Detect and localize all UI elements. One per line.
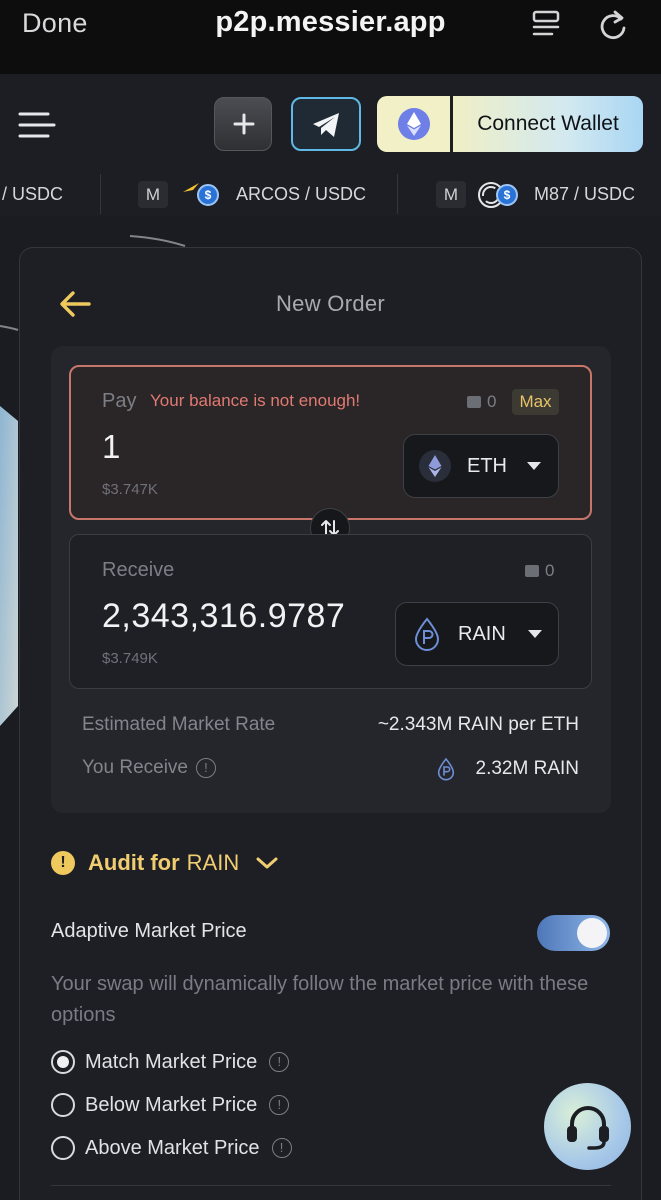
ticker-pair[interactable]: M87 / USDC <box>534 184 635 205</box>
chevron-down-icon <box>256 857 278 869</box>
receive-amount[interactable]: 2,343,316.9787 <box>102 597 345 636</box>
info-icon[interactable]: ! <box>195 757 216 778</box>
info-icon[interactable]: ! <box>271 1138 292 1158</box>
pay-token-selector[interactable]: ETH <box>403 434 559 498</box>
connect-wallet-button[interactable]: Connect Wallet <box>377 96 643 152</box>
add-button[interactable] <box>214 97 272 151</box>
option-below-market-price[interactable]: Below Market Price ! <box>51 1093 290 1117</box>
receive-usd-value: $3.749K <box>102 650 158 667</box>
ticker-divider <box>100 174 101 214</box>
adaptive-description: Your swap will dynamically follow the ma… <box>51 973 589 1026</box>
toggle-knob <box>577 918 607 948</box>
radio-button[interactable] <box>51 1136 75 1160</box>
usdc-icon: $ <box>197 184 219 206</box>
you-receive-value: 2.32M RAIN <box>475 758 579 779</box>
ticker-pair[interactable]: / USDC <box>2 184 63 205</box>
audit-toggle[interactable]: ! Audit for RAIN <box>51 848 279 878</box>
info-icon[interactable]: ! <box>269 1052 290 1072</box>
headset-icon <box>566 1105 609 1150</box>
info-filled-icon: ! <box>51 851 75 875</box>
max-button[interactable]: Max <box>512 389 559 415</box>
market-rate-value: ~2.343M RAIN per ETH <box>377 714 579 735</box>
divider <box>51 1185 611 1186</box>
info-icon[interactable]: ! <box>269 1095 290 1115</box>
ticker-divider <box>397 174 398 214</box>
pay-label: Pay <box>102 390 137 412</box>
price-ticker: / USDC M $ ARCOS / USDC M $ M87 / USDC <box>0 174 661 216</box>
ticker-pair[interactable]: ARCOS / USDC <box>236 184 366 205</box>
pay-token-label: ETH <box>467 454 507 477</box>
option-match-market-price[interactable]: Match Market Price ! <box>51 1050 290 1074</box>
radio-button[interactable] <box>51 1050 75 1074</box>
browser-toolbar: Done p2p.messier.app <box>0 0 661 74</box>
option-label: Below Market Price <box>85 1093 258 1116</box>
plus-icon <box>233 113 255 135</box>
receive-label: Receive <box>102 559 175 581</box>
reload-icon[interactable] <box>596 8 630 42</box>
telegram-icon <box>313 113 339 137</box>
tabs-icon[interactable] <box>530 9 562 41</box>
you-receive-value-row: 2.32M RAIN <box>436 757 579 781</box>
support-chat-button[interactable] <box>544 1083 631 1170</box>
rain-token-icon <box>437 757 454 781</box>
page-title: New Order <box>275 291 386 316</box>
usdc-icon: $ <box>496 184 518 206</box>
you-receive-label: You Receive <box>82 757 188 778</box>
receive-token-selector[interactable]: RAIN <box>395 602 559 666</box>
wallet-icon <box>467 396 481 408</box>
eth-token-icon <box>419 450 451 482</box>
audit-token: RAIN <box>186 850 240 875</box>
market-rate-label: Estimated Market Rate <box>82 714 276 735</box>
menu-icon[interactable] <box>18 110 56 140</box>
adaptive-market-price-toggle[interactable] <box>537 915 610 951</box>
wallet-icon <box>525 565 539 577</box>
app-header: Connect Wallet <box>0 74 661 174</box>
receive-balance: 0 <box>545 561 555 580</box>
chevron-down-icon <box>527 630 542 638</box>
option-label: Above Market Price <box>85 1136 260 1159</box>
option-label: Match Market Price <box>85 1050 258 1073</box>
balance-error: Your balance is not enough! <box>150 391 361 410</box>
adaptive-market-price-label: Adaptive Market Price <box>51 920 247 942</box>
pay-amount-input[interactable]: 1 <box>102 428 120 466</box>
receive-token-label: RAIN <box>458 622 506 645</box>
connect-wallet-label: Connect Wallet <box>453 96 643 152</box>
you-receive-row: You Receive! <box>82 757 216 779</box>
audit-label: Audit for <box>88 850 180 875</box>
ticker-badge: M <box>138 181 168 208</box>
rain-token-icon <box>414 617 440 651</box>
radio-button[interactable] <box>51 1093 75 1117</box>
ethereum-logo-icon <box>377 96 453 152</box>
pay-usd-value: $3.747K <box>102 481 158 498</box>
telegram-button[interactable] <box>291 97 361 151</box>
chevron-down-icon <box>527 462 541 470</box>
ticker-badge: M <box>436 181 466 208</box>
pay-balance: 0 <box>487 392 497 411</box>
option-above-market-price[interactable]: Above Market Price ! <box>51 1136 292 1160</box>
